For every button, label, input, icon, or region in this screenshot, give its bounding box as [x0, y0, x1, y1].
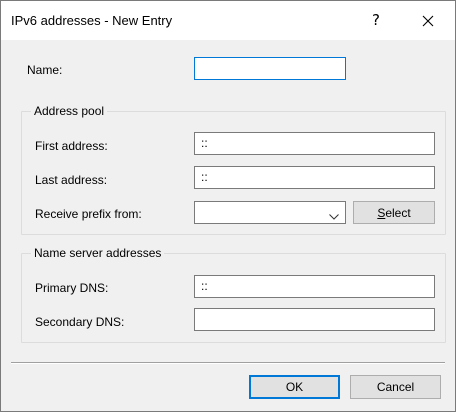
- title-bar: IPv6 addresses - New Entry ?: [1, 1, 455, 40]
- name-input[interactable]: [194, 57, 346, 80]
- name-server-group-title: Name server addresses: [31, 246, 165, 260]
- chevron-down-icon: [329, 209, 339, 223]
- address-pool-group-title: Address pool: [31, 104, 108, 118]
- footer-separator: [11, 362, 445, 364]
- select-button[interactable]: Select: [353, 201, 435, 224]
- cancel-button[interactable]: Cancel: [350, 375, 441, 399]
- help-button[interactable]: ?: [353, 1, 399, 40]
- first-address-label: First address:: [35, 139, 108, 153]
- primary-dns-input[interactable]: ::: [194, 275, 435, 298]
- close-button[interactable]: [405, 1, 451, 40]
- last-address-input[interactable]: ::: [194, 166, 435, 189]
- select-button-label: Select: [377, 205, 411, 220]
- receive-prefix-select[interactable]: [194, 201, 346, 224]
- cancel-button-label: Cancel: [376, 380, 415, 394]
- ok-button[interactable]: OK: [249, 375, 340, 399]
- primary-dns-label: Primary DNS:: [35, 281, 109, 295]
- close-icon: [422, 15, 434, 27]
- receive-prefix-label: Receive prefix from:: [35, 207, 142, 221]
- dialog-window: IPv6 addresses - New Entry ? Name: Addre…: [0, 0, 456, 412]
- last-address-label: Last address:: [35, 173, 108, 187]
- secondary-dns-input[interactable]: [194, 308, 435, 331]
- secondary-dns-label: Secondary DNS:: [35, 315, 125, 329]
- first-address-input[interactable]: ::: [194, 132, 435, 155]
- help-icon: ?: [372, 11, 380, 29]
- ok-button-label: OK: [285, 380, 304, 394]
- window-title: IPv6 addresses - New Entry: [11, 13, 173, 28]
- name-label: Name:: [27, 63, 63, 77]
